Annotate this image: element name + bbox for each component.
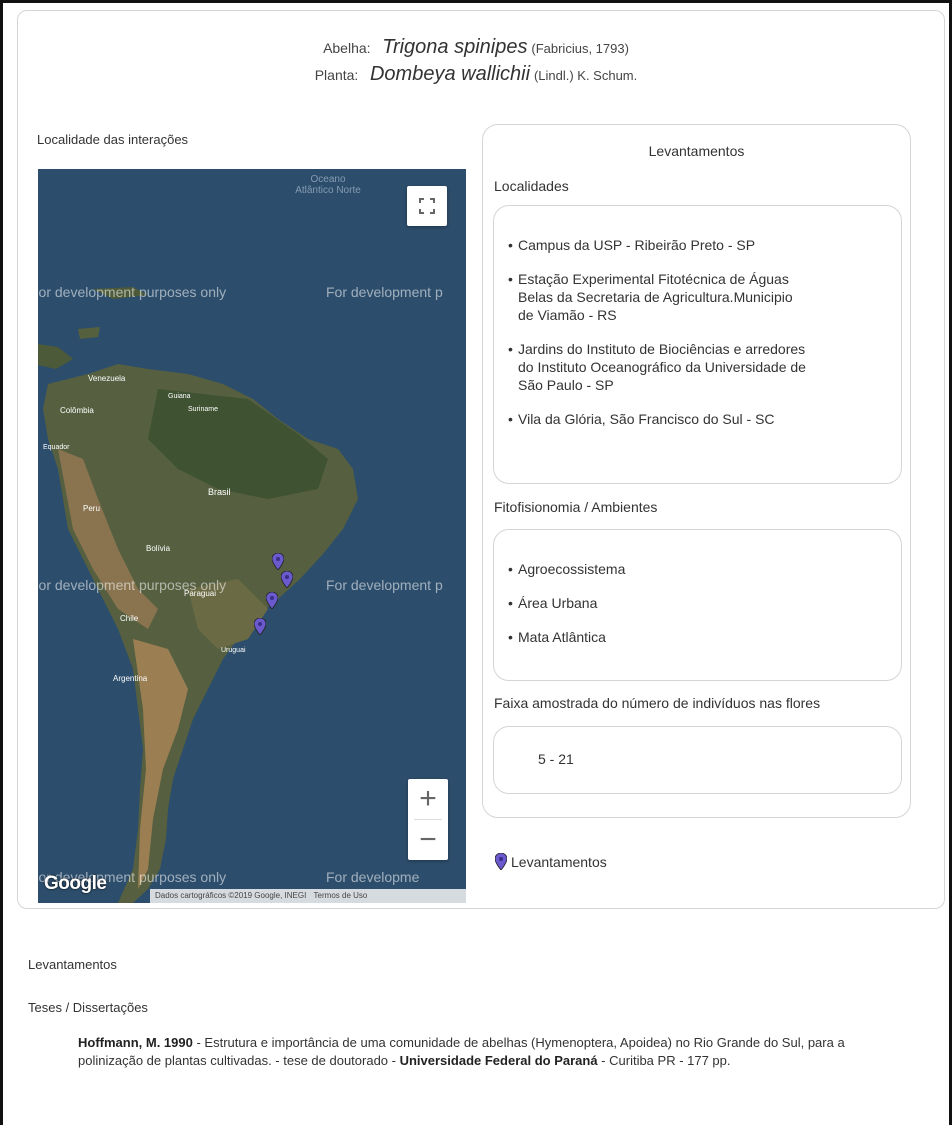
bee-label: Abelha: — [323, 40, 371, 56]
country-label: Bolívia — [146, 544, 171, 553]
list-item: Mata Atlântica — [508, 628, 901, 646]
google-logo[interactable]: Google — [44, 873, 107, 895]
dev-watermark: For developme — [326, 869, 420, 885]
surveys-section-label: Levantamentos — [28, 957, 117, 972]
reference-details: - Curitiba PR - 177 pp. — [597, 1053, 731, 1068]
range-box: 5 - 21 — [493, 726, 902, 794]
frame-left — [0, 0, 3, 1125]
zoom-out-button[interactable]: − — [408, 820, 448, 860]
zoom-control: + − — [408, 779, 448, 860]
reference-entry: Hoffmann, M. 1990 - Estrutura e importân… — [78, 1034, 908, 1070]
map-marker-icon[interactable] — [281, 571, 293, 588]
plant-line: Planta: Dombeya wallichii (Lindl.) K. Sc… — [0, 63, 952, 86]
list-item: Vila da Glória, São Francisco do Sul - S… — [508, 410, 901, 428]
bee-author: (Fabricius, 1793) — [531, 41, 629, 56]
range-label: Faixa amostrada do número de indivíduos … — [494, 695, 821, 711]
country-label: Brasil — [208, 487, 231, 497]
plant-author: (Lindl.) K. Schum. — [533, 68, 638, 83]
localities-box: Campus da USP - Ribeirão Preto - SP Esta… — [493, 205, 902, 484]
bee-line: Abelha: Trigona spinipes (Fabricius, 179… — [0, 36, 952, 59]
terms-link[interactable]: Termos de Uso — [314, 891, 368, 900]
fullscreen-icon — [419, 198, 435, 214]
zoom-in-button[interactable]: + — [408, 779, 448, 819]
theses-label: Teses / Dissertações — [28, 1000, 148, 1015]
map-marker-icon[interactable] — [272, 553, 284, 570]
map-title: Localidade das interações — [37, 132, 189, 147]
country-label: Argentina — [113, 674, 148, 683]
fullscreen-button[interactable] — [407, 186, 447, 226]
country-label: Equador — [43, 444, 70, 451]
country-label: Venezuela — [88, 374, 126, 383]
plant-name: Dombeya wallichii — [369, 63, 531, 85]
map-terrain — [38, 169, 466, 903]
list-item: Campus da USP - Ribeirão Preto - SP — [508, 236, 901, 254]
phytophysiognomy-box: Agroecossistema Área Urbana Mata Atlânti… — [493, 529, 902, 681]
list-item: Agroecossistema — [508, 560, 901, 578]
country-label: Colômbia — [60, 406, 94, 415]
country-label: Peru — [83, 504, 100, 513]
localities-label: Localidades — [494, 178, 569, 194]
map-marker-icon[interactable] — [254, 618, 266, 635]
range-value: 5 - 21 — [538, 751, 574, 767]
phytophysiognomy-label: Fitofisionomia / Ambientes — [494, 499, 658, 515]
map-marker-icon[interactable] — [266, 592, 278, 609]
list-item: Jardins do Instituto de Biociências e ar… — [508, 340, 808, 394]
surveys-title: Levantamentos — [648, 143, 745, 159]
frame-top — [0, 0, 952, 3]
marker-legend-icon — [495, 853, 507, 870]
map-view[interactable]: For development purposes only For develo… — [38, 169, 466, 903]
dev-watermark: For development p — [326, 577, 443, 593]
list-item: Área Urbana — [508, 594, 901, 612]
bee-name: Trigona spinipes — [382, 36, 528, 58]
dev-watermark: For development p — [326, 284, 443, 300]
country-label: Uruguai — [221, 647, 246, 654]
country-label: Chile — [120, 614, 139, 623]
map-legend: Levantamentos — [495, 853, 607, 870]
plant-label: Planta: — [314, 67, 359, 83]
country-label: Guiana — [168, 393, 191, 400]
reference-institution: Universidade Federal do Paraná — [399, 1053, 598, 1068]
ocean-label: Oceano Atlântico Norte — [295, 174, 361, 196]
list-item: Estação Experimental Fitotécnica de Água… — [508, 270, 808, 324]
map-data-credit: Dados cartográficos ©2019 Google, INEGI — [155, 891, 307, 900]
country-label: Paraguai — [184, 589, 217, 598]
legend-label: Levantamentos — [511, 853, 607, 870]
country-label: Suriname — [188, 406, 218, 413]
dev-watermark: For development purposes only — [38, 284, 227, 300]
map-attribution: Dados cartográficos ©2019 Google, INEGI … — [150, 889, 466, 903]
reference-author: Hoffmann, M. 1990 — [78, 1035, 193, 1050]
